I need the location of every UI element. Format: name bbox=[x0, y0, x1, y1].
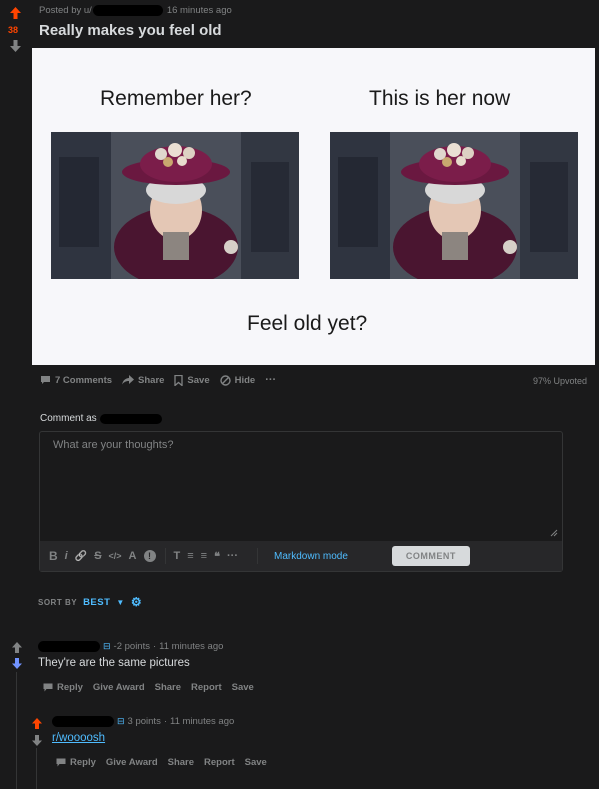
chevron-down-icon[interactable]: ▼ bbox=[116, 598, 124, 607]
bulleted-list-icon[interactable]: ≡ bbox=[187, 550, 193, 562]
posted-by-label: Posted by u/ bbox=[39, 5, 92, 16]
toolbar-divider bbox=[164, 548, 166, 564]
save-label: Save bbox=[187, 374, 210, 386]
comment-1-share-button[interactable]: Share bbox=[155, 682, 181, 693]
post-upvote-icon[interactable] bbox=[10, 6, 21, 24]
queen-photo-right bbox=[330, 132, 578, 279]
comment-2-give-award-button[interactable]: Give Award bbox=[106, 757, 158, 768]
comment-thread-line[interactable] bbox=[36, 748, 37, 789]
comment-1-reply-button[interactable]: Reply bbox=[43, 682, 83, 693]
inline-code-icon[interactable]: </> bbox=[109, 551, 122, 561]
share-button[interactable]: Share bbox=[122, 375, 164, 386]
comment-2-reply-button[interactable]: Reply bbox=[56, 757, 96, 768]
comment-2-report-button[interactable]: Report bbox=[204, 757, 235, 768]
comment-1-points: -2 points bbox=[113, 641, 150, 652]
comment-2-points: 3 points bbox=[127, 716, 161, 727]
queen-photo-left bbox=[51, 132, 299, 279]
comment-1-actions: Reply Give Award Share Report Save bbox=[43, 682, 254, 693]
resize-handle-icon[interactable] bbox=[550, 529, 558, 537]
redacted-username bbox=[92, 5, 163, 16]
bookmark-icon bbox=[174, 374, 184, 386]
reply-label: Reply bbox=[70, 757, 96, 768]
user-flair-icon: ⊟ bbox=[103, 641, 111, 651]
comment-1-downvote-icon[interactable] bbox=[12, 656, 22, 674]
link-icon[interactable]: 🔗 bbox=[75, 551, 87, 562]
bold-icon[interactable]: B bbox=[49, 549, 58, 563]
comment-as-label: Comment as bbox=[40, 413, 162, 424]
redacted-username bbox=[38, 641, 100, 652]
sort-value[interactable]: BEST bbox=[83, 597, 110, 608]
comment-2-time: 11 minutes ago bbox=[170, 716, 235, 727]
meme-caption-left: Remember her? bbox=[100, 87, 252, 110]
save-button[interactable]: Save bbox=[174, 374, 210, 386]
heading-icon[interactable]: T bbox=[174, 550, 181, 562]
comment-submit-button[interactable]: COMMENT bbox=[391, 546, 470, 566]
comment-2-save-button[interactable]: Save bbox=[245, 757, 267, 768]
comment-1-meta: ⊟ -2 points · 11 minutes ago bbox=[38, 641, 223, 652]
comment-2-upvote-icon[interactable] bbox=[32, 716, 42, 734]
post-downvote-icon[interactable] bbox=[10, 39, 21, 57]
sort-selector[interactable]: SORT BY BEST ▼ ⚙ bbox=[38, 595, 142, 609]
post-image[interactable]: Remember her? This is her now Feel old y… bbox=[32, 48, 595, 365]
comment-input-placeholder[interactable]: What are your thoughts? bbox=[53, 439, 173, 451]
hide-icon bbox=[219, 374, 231, 386]
italic-icon[interactable]: i bbox=[65, 550, 68, 562]
comment-thread-line[interactable] bbox=[16, 672, 17, 789]
comments-button[interactable]: 7 Comments bbox=[40, 375, 112, 386]
reply-label: Reply bbox=[57, 682, 83, 693]
comment-icon bbox=[56, 758, 66, 767]
comment-as-text: Comment as bbox=[40, 413, 97, 424]
comment-1-time: 11 minutes ago bbox=[159, 641, 224, 652]
meta-separator: · bbox=[152, 641, 157, 652]
comment-2-meta: ⊟ 3 points · 11 minutes ago bbox=[52, 716, 234, 727]
user-flair-icon: ⊟ bbox=[117, 716, 125, 726]
quote-block-icon[interactable]: ❝ bbox=[214, 550, 220, 563]
more-formatting-icon[interactable]: ··· bbox=[227, 550, 238, 562]
hide-button[interactable]: Hide bbox=[219, 374, 256, 386]
redacted-username bbox=[99, 413, 162, 424]
post-meta: Posted by u/ 16 minutes ago bbox=[39, 5, 232, 16]
comment-2-subreddit-link[interactable]: r/woooosh bbox=[52, 732, 105, 744]
comment-1-give-award-button[interactable]: Give Award bbox=[93, 682, 145, 693]
markdown-mode-button[interactable]: Markdown mode bbox=[274, 551, 348, 562]
post-time: 16 minutes ago bbox=[166, 5, 232, 16]
comment-1-save-button[interactable]: Save bbox=[232, 682, 254, 693]
meme-caption-bottom: Feel old yet? bbox=[247, 312, 368, 335]
comment-2-downvote-icon[interactable] bbox=[32, 733, 42, 751]
post-action-bar: 7 Comments Share Save Hide ··· bbox=[40, 374, 276, 386]
comment-2-actions: Reply Give Award Share Report Save bbox=[56, 757, 267, 768]
comment-icon bbox=[41, 376, 50, 384]
share-icon bbox=[122, 375, 135, 385]
comment-2-share-button[interactable]: Share bbox=[168, 757, 194, 768]
spoiler-icon[interactable]: ! bbox=[143, 550, 156, 562]
editor-toolbar: B i 🔗 S </> A ! T ≡ ≡ ❝ ··· Markdown mod… bbox=[40, 541, 562, 571]
strikethrough-icon[interactable]: S bbox=[94, 550, 101, 562]
post-title[interactable]: Really makes you feel old bbox=[39, 22, 222, 39]
share-label: Share bbox=[138, 374, 165, 386]
sort-label: SORT BY bbox=[38, 597, 78, 607]
meme-caption-right: This is her now bbox=[369, 87, 511, 110]
comment-editor[interactable]: What are your thoughts? B i 🔗 S </> A ! … bbox=[39, 431, 563, 572]
comment-icon bbox=[43, 683, 53, 692]
redacted-username bbox=[52, 716, 114, 727]
comment-1-report-button[interactable]: Report bbox=[191, 682, 222, 693]
hide-label: Hide bbox=[234, 374, 256, 386]
numbered-list-icon[interactable]: ≡ bbox=[201, 550, 207, 562]
meta-separator: · bbox=[163, 716, 167, 727]
gear-icon[interactable]: ⚙ bbox=[131, 595, 142, 609]
post-score: 38 bbox=[8, 25, 19, 35]
comment-1-body: They're are the same pictures bbox=[38, 657, 190, 669]
more-options-icon: ··· bbox=[265, 374, 277, 386]
more-options-button[interactable]: ··· bbox=[265, 374, 276, 386]
upvote-ratio: 97% Upvoted bbox=[532, 376, 587, 386]
toolbar-divider bbox=[257, 548, 258, 564]
comments-label: 7 Comments bbox=[55, 374, 113, 386]
superscript-icon[interactable]: A bbox=[129, 550, 137, 562]
